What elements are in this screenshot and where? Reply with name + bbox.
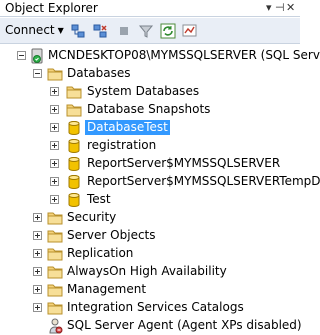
close-icon[interactable]: ✕: [286, 1, 295, 14]
tree-node-db-test[interactable]: Test: [0, 191, 300, 209]
expand-icon[interactable]: [33, 249, 42, 258]
sql-agent-label: SQL Server Agent (Agent XPs disabled): [67, 318, 302, 332]
system-databases-label: System Databases: [87, 84, 200, 98]
folder-icon: [47, 246, 63, 262]
tree-node-alwayson[interactable]: AlwaysOn High Availability: [0, 263, 300, 281]
refresh-icon[interactable]: [160, 23, 176, 39]
folder-icon: [66, 84, 82, 100]
folder-icon: [66, 102, 82, 118]
server-label: MCNDESKTOP08\MYMSSQLSERVER (SQL Server: [48, 48, 320, 62]
management-label: Management: [67, 282, 147, 296]
expand-icon[interactable]: [33, 303, 42, 312]
tree-node-db-databasetest[interactable]: DatabaseTest: [0, 119, 300, 137]
tree-node-integration-services[interactable]: Integration Services Catalogs: [0, 299, 300, 317]
tree-node-db-reportserver[interactable]: ReportServer$MYMSSQLSERVER: [0, 155, 300, 173]
expand-icon[interactable]: [33, 213, 42, 222]
tree-node-database-snapshots[interactable]: Database Snapshots: [0, 101, 300, 119]
tree-node-replication[interactable]: Replication: [0, 245, 300, 263]
activity-monitor-icon[interactable]: [182, 23, 198, 39]
connect-label: Connect: [5, 23, 55, 37]
folder-icon: [47, 66, 63, 82]
collapse-icon[interactable]: [17, 51, 26, 60]
panel-title: Object Explorer: [5, 1, 98, 15]
expand-icon[interactable]: [50, 105, 59, 114]
object-explorer-toolbar: Connect ▼: [0, 18, 300, 44]
tree-node-security[interactable]: Security: [0, 209, 300, 227]
integration-services-label: Integration Services Catalogs: [67, 300, 244, 314]
tree-node-sql-agent[interactable]: SQL Server Agent (Agent XPs disabled): [0, 317, 302, 335]
tree-node-db-reportserver-tempdb[interactable]: ReportServer$MYMSSQLSERVERTempDB: [0, 173, 320, 191]
expand-icon[interactable]: [50, 123, 59, 132]
database-icon: [66, 120, 82, 136]
connect-object-icon[interactable]: [70, 23, 86, 39]
tree-node-management[interactable]: Management: [0, 281, 300, 299]
folder-icon: [47, 228, 63, 244]
folder-icon: [47, 210, 63, 226]
expand-icon[interactable]: [50, 177, 59, 186]
databases-label: Databases: [67, 66, 131, 80]
expand-icon[interactable]: [50, 141, 59, 150]
server-icon: [31, 48, 43, 64]
folder-icon: [47, 300, 63, 316]
database-icon: [66, 156, 82, 172]
database-icon: [66, 174, 82, 190]
security-label: Security: [67, 210, 117, 224]
tree-node-system-databases[interactable]: System Databases: [0, 83, 300, 101]
expand-icon[interactable]: [50, 159, 59, 168]
expand-icon[interactable]: [50, 87, 59, 96]
expand-icon[interactable]: [50, 195, 59, 204]
tree-node-server[interactable]: MCNDESKTOP08\MYMSSQLSERVER (SQL Server: [0, 47, 320, 65]
panel-titlebar: Object Explorer ▾ ⊣ ✕: [0, 0, 300, 17]
server-objects-label: Server Objects: [67, 228, 156, 242]
tree-node-db-registration[interactable]: registration: [0, 137, 300, 155]
folder-icon: [47, 264, 63, 280]
expand-icon[interactable]: [33, 267, 42, 276]
replication-label: Replication: [67, 246, 134, 260]
alwayson-label: AlwaysOn High Availability: [67, 264, 227, 278]
pin-icon[interactable]: ▾ ⊣: [266, 1, 285, 14]
stop-icon[interactable]: [116, 23, 132, 39]
tree-node-server-objects[interactable]: Server Objects: [0, 227, 300, 245]
connect-button[interactable]: Connect ▼: [5, 23, 64, 37]
database-label: Test: [87, 192, 111, 206]
filter-icon[interactable]: [138, 23, 154, 39]
expand-icon[interactable]: [33, 285, 42, 294]
database-label: DatabaseTest: [85, 120, 170, 135]
collapse-icon[interactable]: [33, 69, 42, 78]
disconnect-icon[interactable]: [92, 23, 108, 39]
chevron-down-icon: ▼: [57, 26, 64, 35]
folder-icon: [47, 282, 63, 298]
database-snapshots-label: Database Snapshots: [87, 102, 211, 116]
database-label: registration: [87, 138, 157, 152]
database-label: ReportServer$MYMSSQLSERVERTempDB: [87, 174, 320, 188]
database-icon: [66, 138, 82, 154]
expand-icon[interactable]: [33, 231, 42, 240]
tree-node-databases[interactable]: Databases: [0, 65, 300, 83]
database-label: ReportServer$MYMSSQLSERVER: [87, 156, 281, 170]
database-icon: [66, 192, 82, 208]
